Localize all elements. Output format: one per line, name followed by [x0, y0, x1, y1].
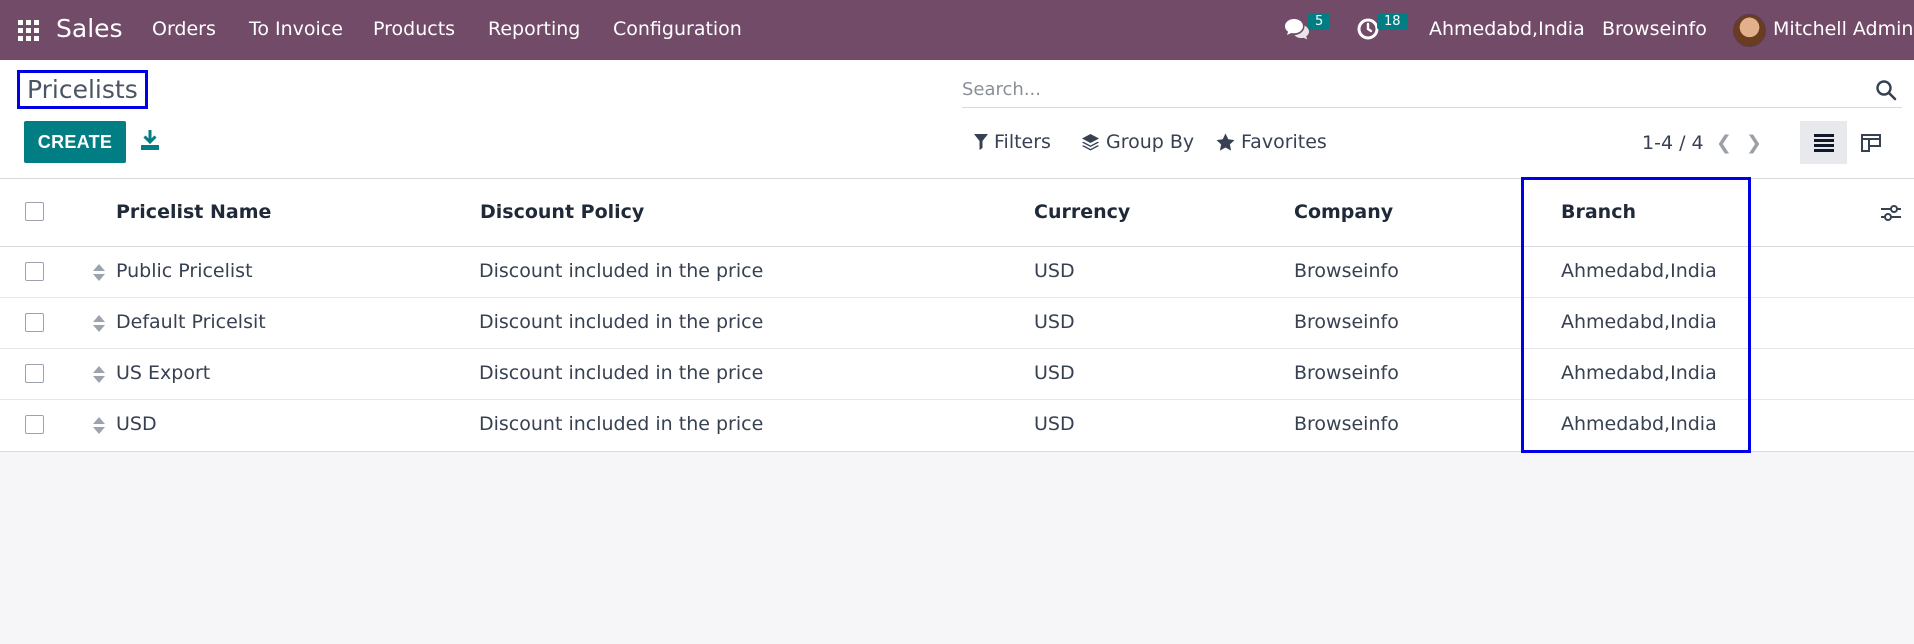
- top-navbar: Sales Orders To Invoice Products Reporti…: [0, 0, 1914, 60]
- row-checkbox[interactable]: [25, 262, 44, 281]
- drag-handle-icon[interactable]: [93, 366, 105, 383]
- kanban-view-button[interactable]: [1847, 121, 1894, 164]
- cell-branch: Ahmedabd,India: [1561, 260, 1717, 282]
- favorites-label: Favorites: [1241, 131, 1327, 153]
- messages-count-badge: 5: [1308, 13, 1331, 30]
- layers-icon: [1082, 134, 1099, 151]
- table-row[interactable]: US Export Discount included in the price…: [0, 349, 1914, 400]
- cell-discount-policy: Discount included in the price: [479, 260, 764, 282]
- cell-company: Browseinfo: [1294, 362, 1399, 384]
- cell-company: Browseinfo: [1294, 413, 1399, 435]
- menu-orders[interactable]: Orders: [152, 18, 216, 40]
- user-menu[interactable]: Mitchell Admin: [1773, 18, 1913, 40]
- group-by-button[interactable]: Group By: [1081, 131, 1194, 153]
- cell-discount-policy: Discount included in the price: [479, 311, 764, 333]
- create-button[interactable]: CREATE: [24, 121, 126, 163]
- cell-branch: Ahmedabd,India: [1561, 413, 1717, 435]
- menu-configuration[interactable]: Configuration: [613, 18, 742, 40]
- cell-currency: USD: [1034, 311, 1075, 333]
- company-switcher[interactable]: Browseinfo: [1602, 18, 1707, 40]
- column-header-discount-policy[interactable]: Discount Policy: [480, 201, 644, 223]
- drag-handle-icon[interactable]: [93, 315, 105, 332]
- column-header-company[interactable]: Company: [1294, 201, 1393, 223]
- chat-bubbles-icon: [1285, 19, 1309, 40]
- page-title: Pricelists: [17, 70, 148, 109]
- user-avatar[interactable]: [1733, 14, 1766, 47]
- table-row[interactable]: Default Pricelsit Discount included in t…: [0, 298, 1914, 349]
- cell-pricelist-name: Public Pricelist: [116, 260, 253, 282]
- cell-discount-policy: Discount included in the price: [479, 362, 764, 384]
- row-checkbox[interactable]: [25, 313, 44, 332]
- download-icon[interactable]: [140, 129, 160, 151]
- row-checkbox[interactable]: [25, 415, 44, 434]
- menu-reporting[interactable]: Reporting: [488, 18, 580, 40]
- select-all-checkbox[interactable]: [25, 202, 44, 221]
- cell-pricelist-name: USD: [116, 413, 157, 435]
- pager-next-icon[interactable]: ❯: [1746, 132, 1762, 154]
- menu-products[interactable]: Products: [373, 18, 455, 40]
- kanban-view-icon: [1860, 133, 1881, 152]
- cell-pricelist-name: US Export: [116, 362, 211, 384]
- column-header-pricelist-name[interactable]: Pricelist Name: [116, 201, 271, 223]
- activities-count-badge: 18: [1377, 13, 1408, 30]
- search-bar: [962, 70, 1902, 108]
- apps-grid-icon[interactable]: [18, 20, 39, 41]
- filters-button[interactable]: Filters: [974, 131, 1051, 153]
- pager-previous-icon[interactable]: ❮: [1716, 132, 1732, 154]
- app-brand[interactable]: Sales: [56, 14, 123, 43]
- menu-to-invoice[interactable]: To Invoice: [249, 18, 343, 40]
- list-view-button[interactable]: [1800, 121, 1847, 164]
- cell-currency: USD: [1034, 260, 1075, 282]
- filter-icon: [974, 134, 988, 150]
- cell-company: Browseinfo: [1294, 311, 1399, 333]
- drag-handle-icon[interactable]: [93, 264, 105, 281]
- drag-handle-icon[interactable]: [93, 417, 105, 434]
- table-header: Pricelist Name Discount Policy Currency …: [0, 179, 1914, 247]
- branch-switcher[interactable]: Ahmedabd,India: [1429, 18, 1585, 40]
- messages-button[interactable]: [1284, 17, 1310, 46]
- cell-discount-policy: Discount included in the price: [479, 413, 764, 435]
- cell-company: Browseinfo: [1294, 260, 1399, 282]
- column-header-currency[interactable]: Currency: [1034, 201, 1130, 223]
- filters-label: Filters: [994, 131, 1051, 153]
- pager-value[interactable]: 1-4 / 4: [1642, 132, 1704, 154]
- row-checkbox[interactable]: [25, 364, 44, 383]
- search-icon[interactable]: [1875, 79, 1897, 101]
- cell-currency: USD: [1034, 413, 1075, 435]
- table-row[interactable]: USD Discount included in the price USD B…: [0, 400, 1914, 451]
- cell-currency: USD: [1034, 362, 1075, 384]
- control-panel: Pricelists CREATE Filters Group By Favor…: [0, 60, 1914, 179]
- pricelist-table: Pricelist Name Discount Policy Currency …: [0, 179, 1914, 452]
- search-input[interactable]: [962, 74, 1842, 104]
- cell-pricelist-name: Default Pricelsit: [116, 311, 266, 333]
- star-icon: [1216, 133, 1235, 151]
- list-view-icon: [1813, 133, 1834, 152]
- cell-branch: Ahmedabd,India: [1561, 311, 1717, 333]
- column-header-branch[interactable]: Branch: [1561, 201, 1636, 223]
- favorites-button[interactable]: Favorites: [1216, 131, 1327, 153]
- optional-columns-icon[interactable]: [1880, 202, 1902, 224]
- cell-branch: Ahmedabd,India: [1561, 362, 1717, 384]
- table-row[interactable]: Public Pricelist Discount included in th…: [0, 247, 1914, 298]
- group-by-label: Group By: [1106, 131, 1195, 153]
